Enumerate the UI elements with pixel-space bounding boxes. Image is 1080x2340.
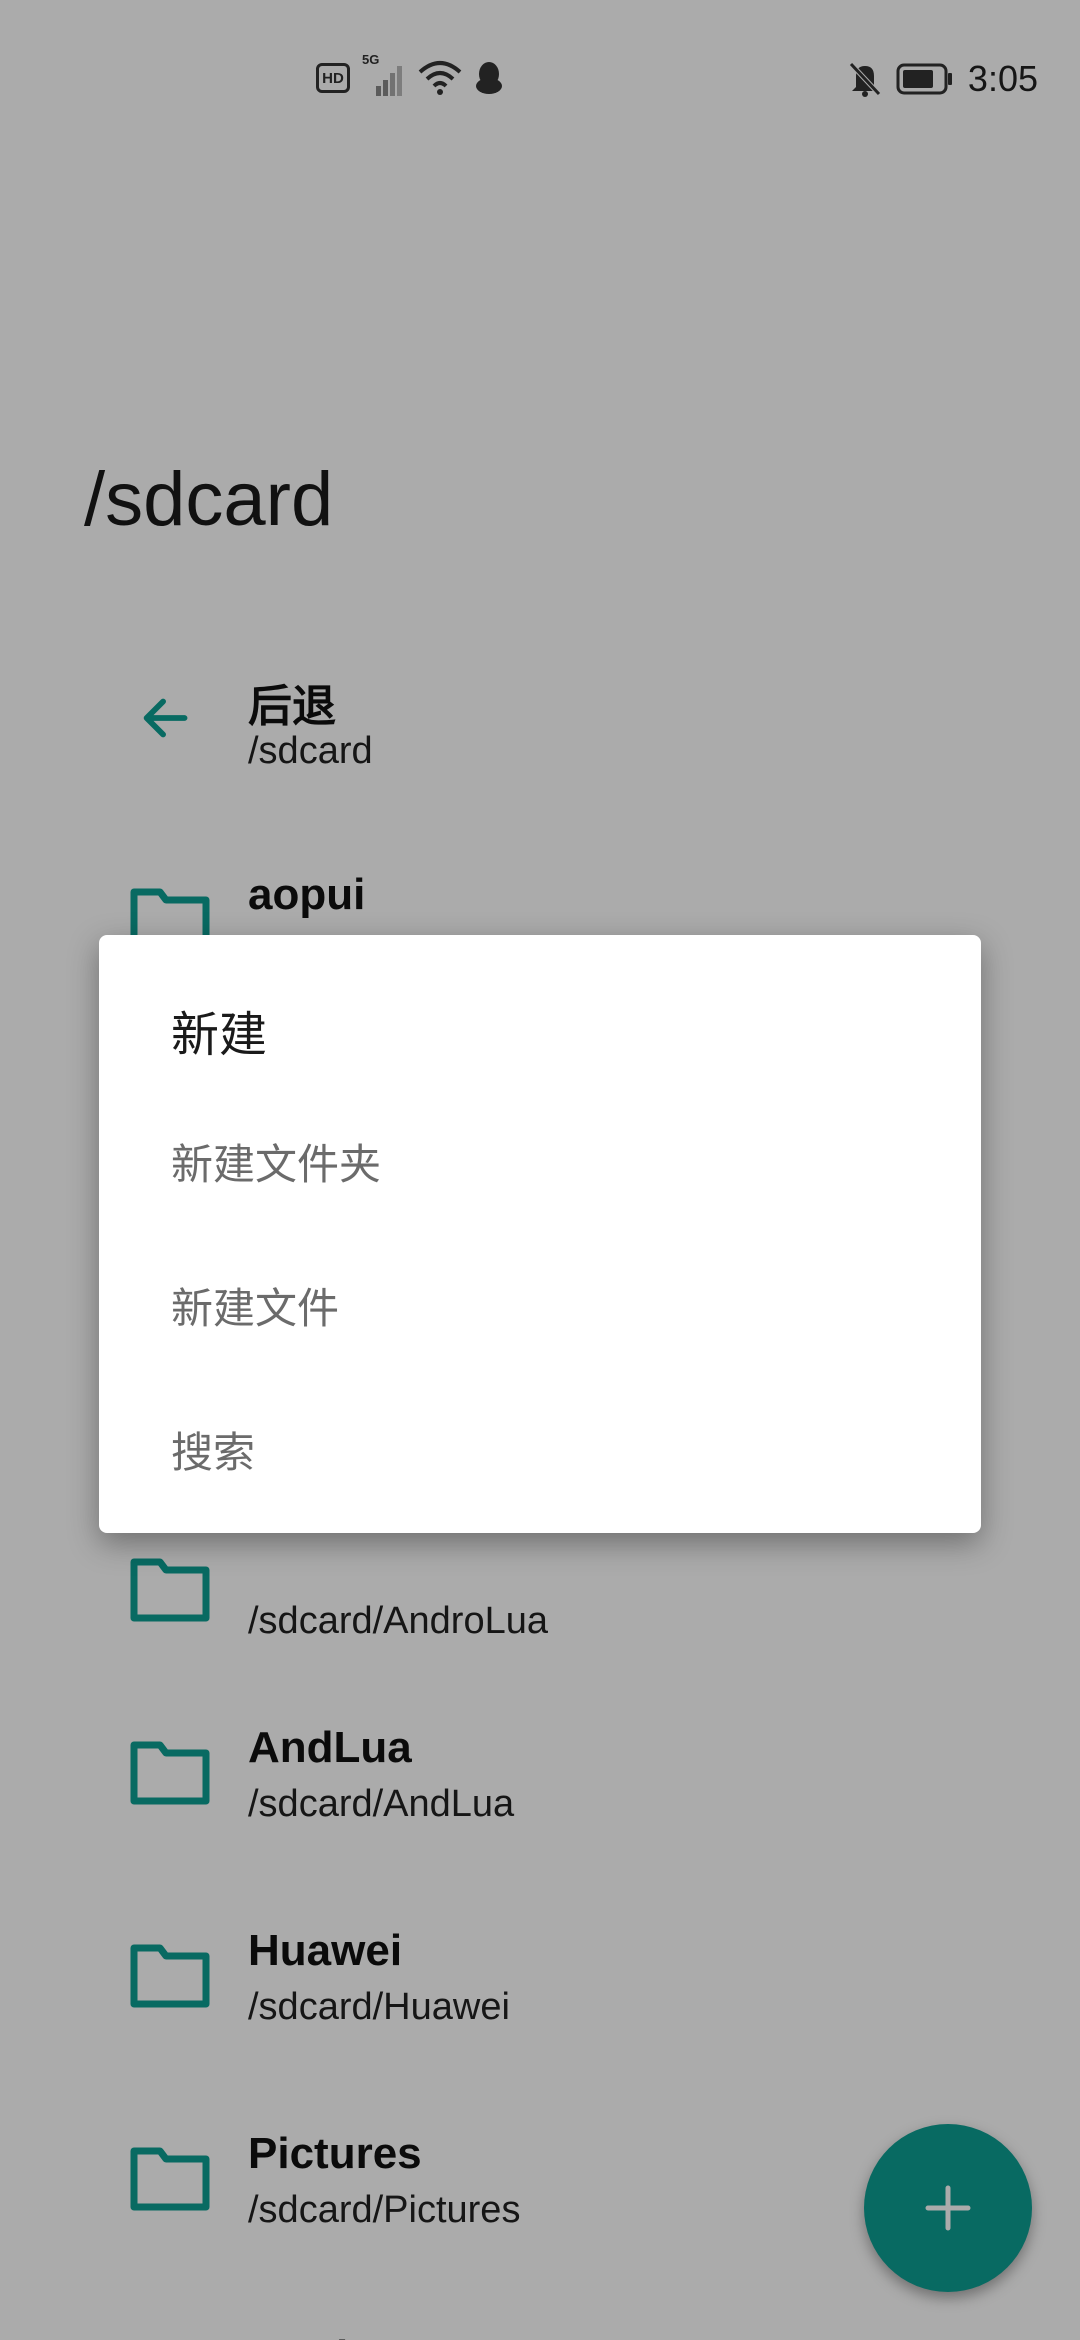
menu-item-new-file[interactable]: 新建文件 bbox=[99, 1229, 981, 1373]
new-item-dialog: 新建 新建文件夹 新建文件 搜索 bbox=[99, 935, 981, 1533]
menu-item-label: 新建文件夹 bbox=[171, 1140, 382, 1189]
menu-item-search[interactable]: 搜索 bbox=[99, 1373, 981, 1517]
menu-item-label: 搜索 bbox=[171, 1428, 256, 1477]
dialog-title: 新建 bbox=[171, 1007, 268, 1063]
menu-item-label: 新建文件 bbox=[171, 1284, 340, 1333]
menu-item-new-folder[interactable]: 新建文件夹 bbox=[99, 1085, 981, 1229]
